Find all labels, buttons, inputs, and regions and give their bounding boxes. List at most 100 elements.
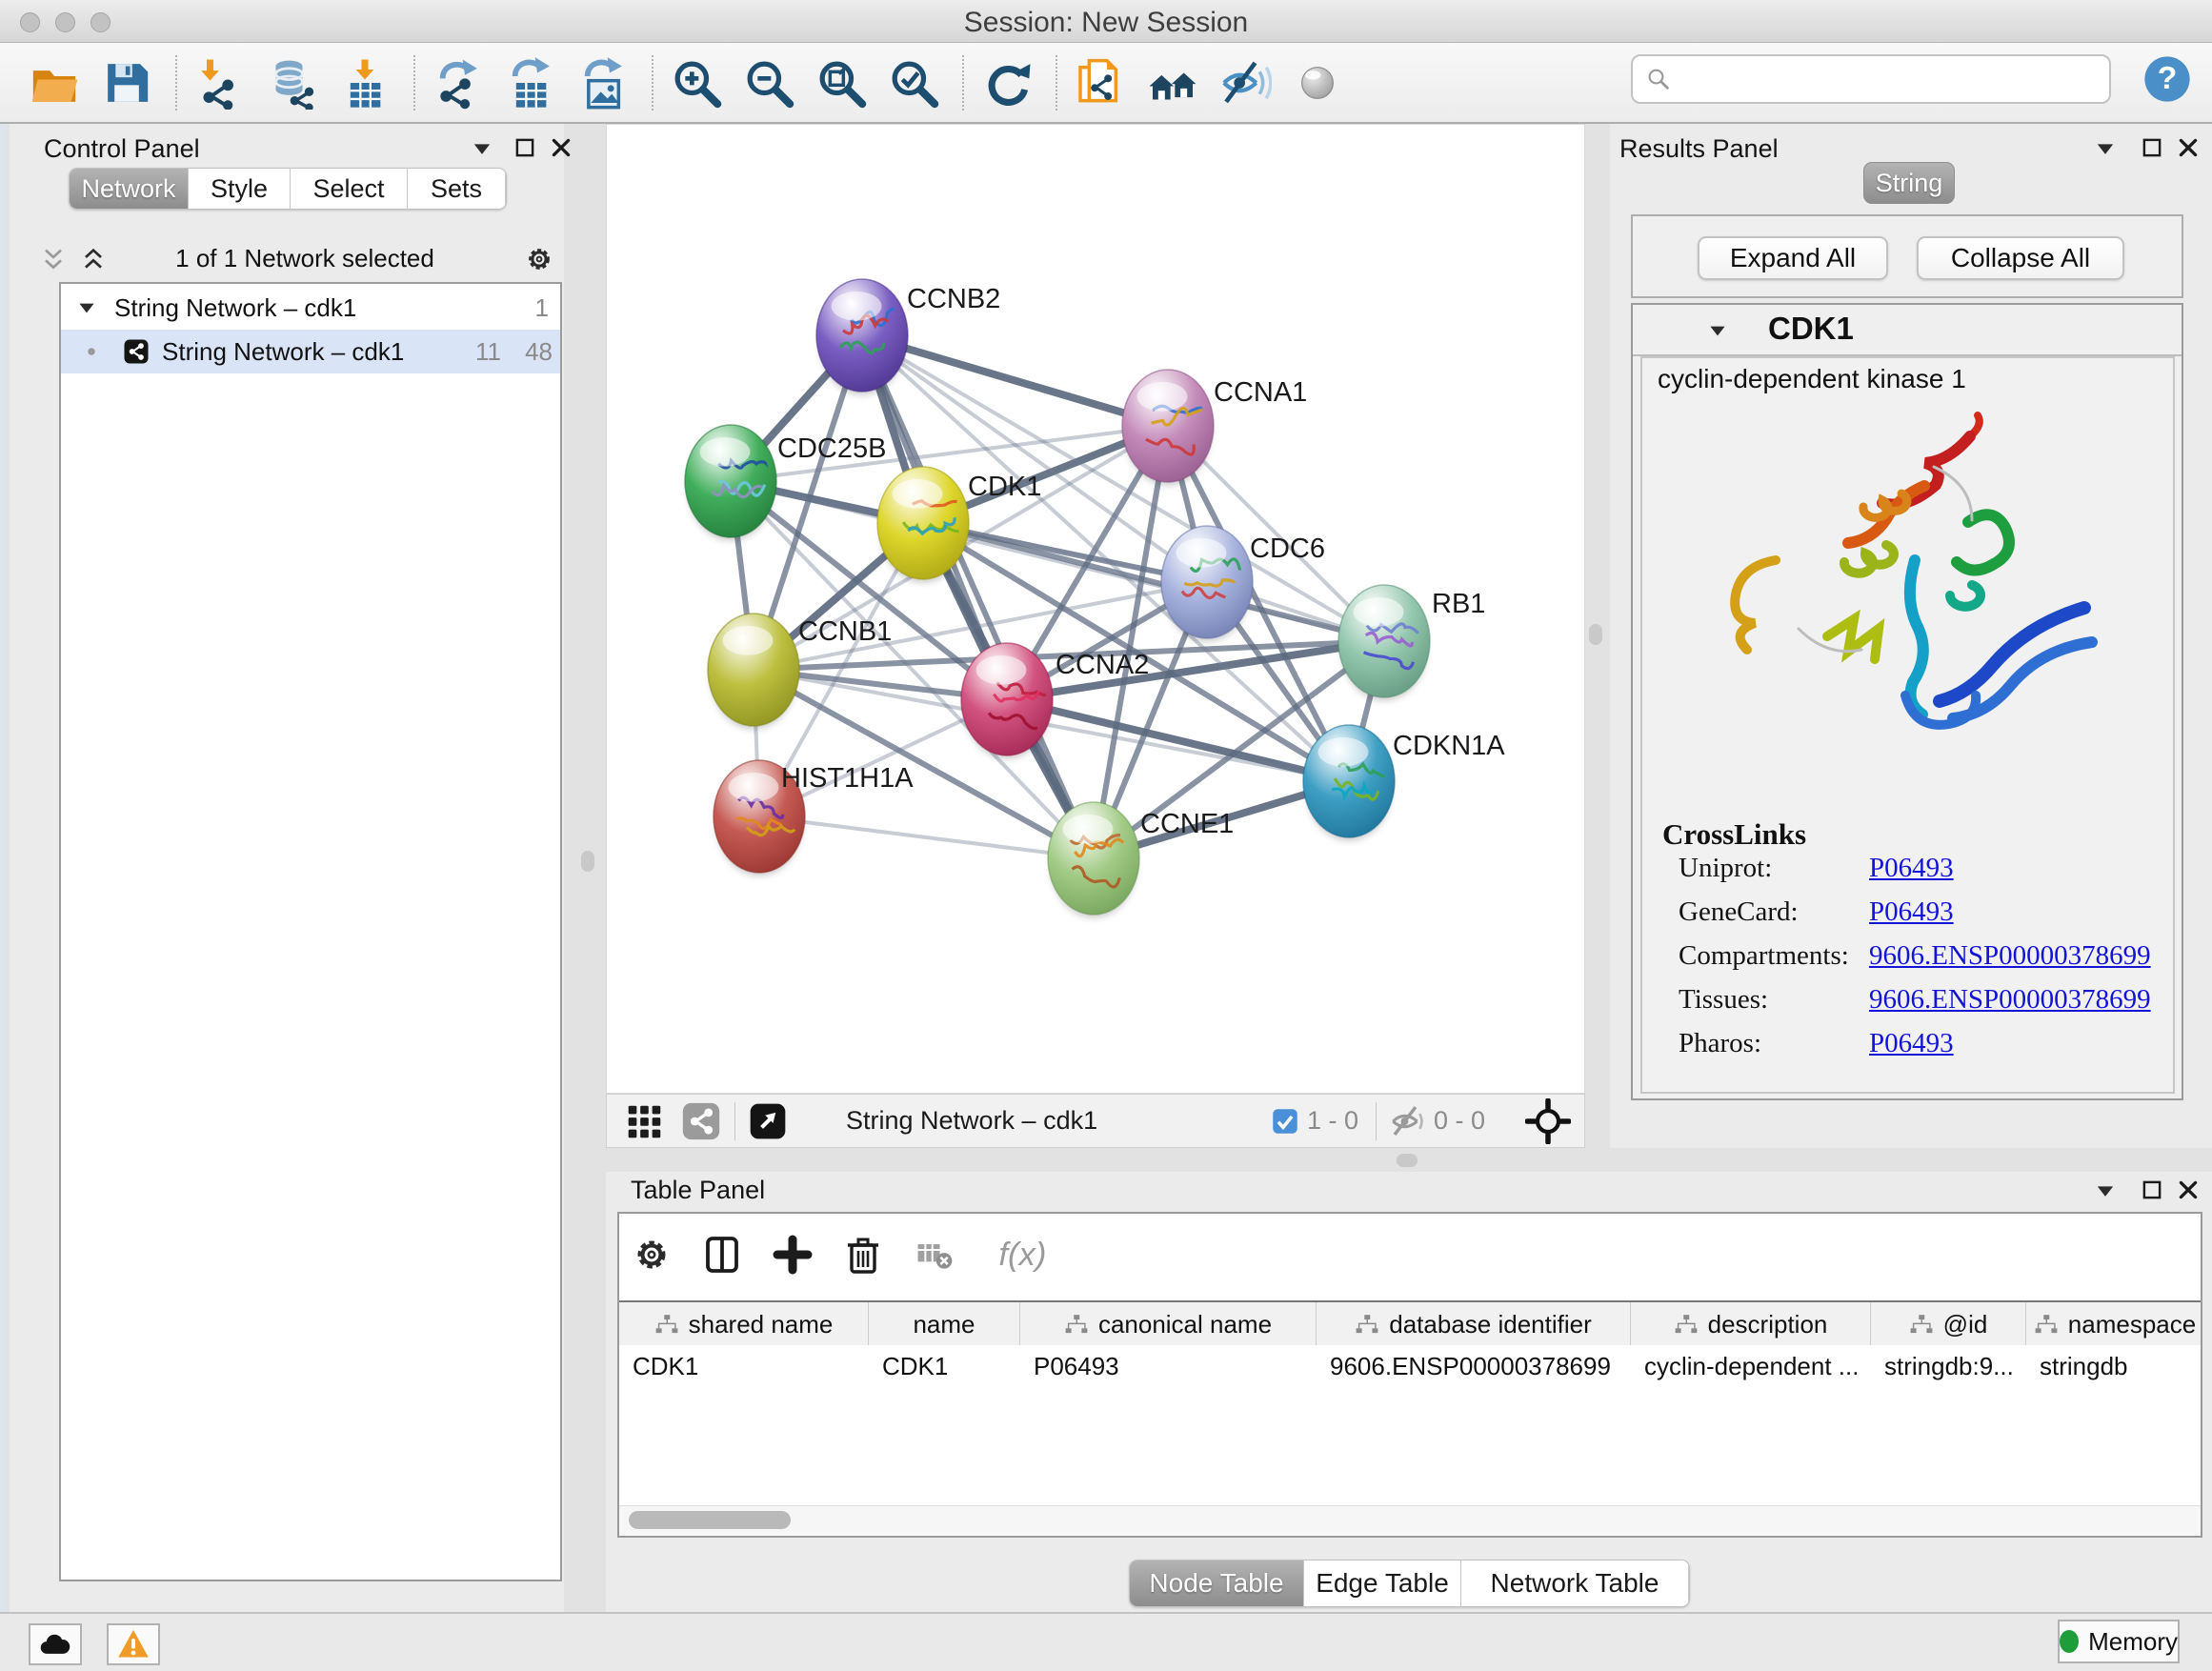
column-header-namespace[interactable]: namespace <box>2026 1302 2201 1347</box>
crosslink-value-link[interactable]: 9606.ENSP00000378699 <box>1869 984 2151 1016</box>
zoom-in-button[interactable] <box>667 53 726 112</box>
cell-database-identifier[interactable]: 9606.ENSP00000378699 <box>1317 1345 1631 1387</box>
tab-sets[interactable]: Sets <box>408 169 506 209</box>
expand-all-button[interactable]: Expand All <box>1698 236 1888 280</box>
table-scrollbar-thumb[interactable] <box>629 1511 791 1529</box>
zoom-fit-button[interactable] <box>812 53 871 112</box>
crosslink-label: Uniprot: <box>1679 853 1772 883</box>
cell-canonical-name[interactable]: P06493 <box>1020 1345 1317 1387</box>
cell-name[interactable]: CDK1 <box>869 1345 1020 1387</box>
tab-string[interactable]: String <box>1863 162 1955 204</box>
table-panel-float-button[interactable] <box>2140 1178 2164 1202</box>
export-image-button[interactable] <box>573 53 633 112</box>
delete-column-icon[interactable] <box>840 1232 886 1278</box>
export-table-button[interactable] <box>501 53 560 112</box>
grid-view-icon[interactable] <box>622 1099 666 1143</box>
string-view-icon[interactable] <box>679 1099 723 1143</box>
column-header-database-identifier[interactable]: database identifier <box>1317 1302 1631 1347</box>
table-panel-menu-button[interactable] <box>2092 1178 2119 1204</box>
tab-node-table[interactable]: Node Table <box>1130 1560 1304 1606</box>
network-list-options-gear-icon[interactable] <box>522 242 556 276</box>
first-neighbors-button[interactable] <box>1143 53 1202 112</box>
selected-nodes-checkbox[interactable] <box>1269 1105 1301 1137</box>
help-button[interactable]: ? <box>2142 53 2193 105</box>
network-node-CDC6[interactable] <box>1161 526 1253 712</box>
crosslink-value-link[interactable]: 9606.ENSP00000378699 <box>1869 940 2151 972</box>
table-panel-close-button[interactable] <box>2176 1178 2201 1202</box>
right-splitter-handle[interactable] <box>1589 624 1602 645</box>
protein-disclosure-icon[interactable] <box>1705 318 1730 343</box>
show-columns-icon[interactable] <box>699 1232 745 1278</box>
column-header-name[interactable]: name <box>869 1302 1020 1347</box>
cell-shared-name[interactable]: CDK1 <box>619 1345 869 1387</box>
control-panel-close-button[interactable] <box>549 135 573 160</box>
network-row[interactable]: String Network – cdk1 11 48 <box>61 330 560 373</box>
results-panel-close-button[interactable] <box>2176 135 2201 160</box>
column-header-shared-name[interactable]: shared name <box>619 1302 869 1347</box>
cell-id[interactable]: stringdb:9... <box>1871 1345 2026 1387</box>
network-edge[interactable] <box>862 335 1168 426</box>
zoom-selected-button[interactable] <box>884 53 943 112</box>
crosslink-label: Pharos: <box>1679 1028 1761 1058</box>
column-header-canonical-name[interactable]: canonical name <box>1020 1302 1317 1347</box>
cell-description[interactable]: cyclin-dependent ... <box>1631 1345 1871 1387</box>
crosslink-value-link[interactable]: P06493 <box>1869 1028 1954 1059</box>
expand-all-networks-icon[interactable] <box>78 244 109 274</box>
network-edge[interactable] <box>759 816 1094 858</box>
collection-disclosure-icon[interactable] <box>74 295 99 320</box>
tab-select[interactable]: Select <box>291 169 408 209</box>
crosslink-value-link[interactable]: P06493 <box>1869 896 1954 928</box>
column-header-description[interactable]: description <box>1631 1302 1871 1347</box>
tab-network-table[interactable]: Network Table <box>1461 1560 1689 1606</box>
collapse-all-button[interactable]: Collapse All <box>1917 236 2124 280</box>
add-column-icon[interactable] <box>770 1232 815 1278</box>
cloud-button[interactable] <box>29 1623 82 1665</box>
import-table-button[interactable] <box>335 53 394 112</box>
memory-button[interactable]: Memory <box>2058 1620 2180 1663</box>
search-input[interactable] <box>1680 64 2109 95</box>
hidden-count: 0 - 0 <box>1434 1106 1485 1136</box>
import-network-button[interactable] <box>191 53 250 112</box>
network-node-CDKN1A[interactable] <box>1303 725 1395 926</box>
fit-selection-crosshair-icon[interactable] <box>1525 1098 1571 1144</box>
collapse-all-networks-icon[interactable] <box>38 244 69 274</box>
control-panel-float-button[interactable] <box>513 135 537 160</box>
import-database-button[interactable] <box>263 53 322 112</box>
tab-style[interactable]: Style <box>189 169 291 209</box>
protein-header-row[interactable]: CDK1 <box>1633 305 2182 356</box>
crosslink-value-link[interactable]: P06493 <box>1869 853 1954 884</box>
share-black-badge-glyph <box>122 337 151 366</box>
hide-selected-button[interactable] <box>1216 53 1275 112</box>
table-options-gear-icon[interactable] <box>629 1232 674 1278</box>
birds-eye-view-icon[interactable] <box>747 1100 789 1142</box>
crosslink-row: Compartments:9606.ENSP00000378699 <box>1679 940 2164 972</box>
left-splitter-handle[interactable] <box>581 851 594 872</box>
cell-namespace[interactable]: stringdb <box>2026 1345 2201 1387</box>
network-node-CCNE1[interactable] <box>1048 802 1139 982</box>
column-header-id[interactable]: @id <box>1871 1302 2026 1347</box>
control-panel-menu-button[interactable] <box>469 135 495 162</box>
tab-edge-table[interactable]: Edge Table <box>1304 1560 1461 1606</box>
open-session-button[interactable] <box>25 53 84 112</box>
network-collection-row[interactable]: String Network – cdk1 1 <box>61 286 560 330</box>
zoom-out-button[interactable] <box>739 53 798 112</box>
refresh-view-button[interactable] <box>977 53 1036 112</box>
export-network-button[interactable] <box>429 53 488 112</box>
table-horizontal-scrollbar[interactable] <box>619 1505 2201 1535</box>
show-all-button[interactable] <box>1288 53 1347 112</box>
hidden-eye-icon[interactable] <box>1388 1101 1428 1141</box>
bottom-splitter-handle[interactable] <box>1397 1154 1418 1167</box>
clone-network-button[interactable] <box>1071 53 1130 112</box>
results-panel-menu-button[interactable] <box>2092 135 2119 162</box>
network-node-CCNA2[interactable] <box>961 643 1053 825</box>
network-node-CCNB1[interactable] <box>708 614 799 729</box>
network-node-CDC25B[interactable] <box>685 425 776 608</box>
search-field[interactable] <box>1631 54 2111 104</box>
crosslink-row: Tissues:9606.ENSP00000378699 <box>1679 984 2164 1016</box>
tab-network[interactable]: Network <box>70 169 189 209</box>
table-row[interactable]: CDK1CDK1P064939606.ENSP00000378699cyclin… <box>619 1345 2201 1387</box>
warnings-button[interactable] <box>107 1623 160 1665</box>
network-node-CCNA1[interactable] <box>1122 370 1214 550</box>
results-panel-float-button[interactable] <box>2140 135 2164 160</box>
save-session-button[interactable] <box>97 53 156 112</box>
